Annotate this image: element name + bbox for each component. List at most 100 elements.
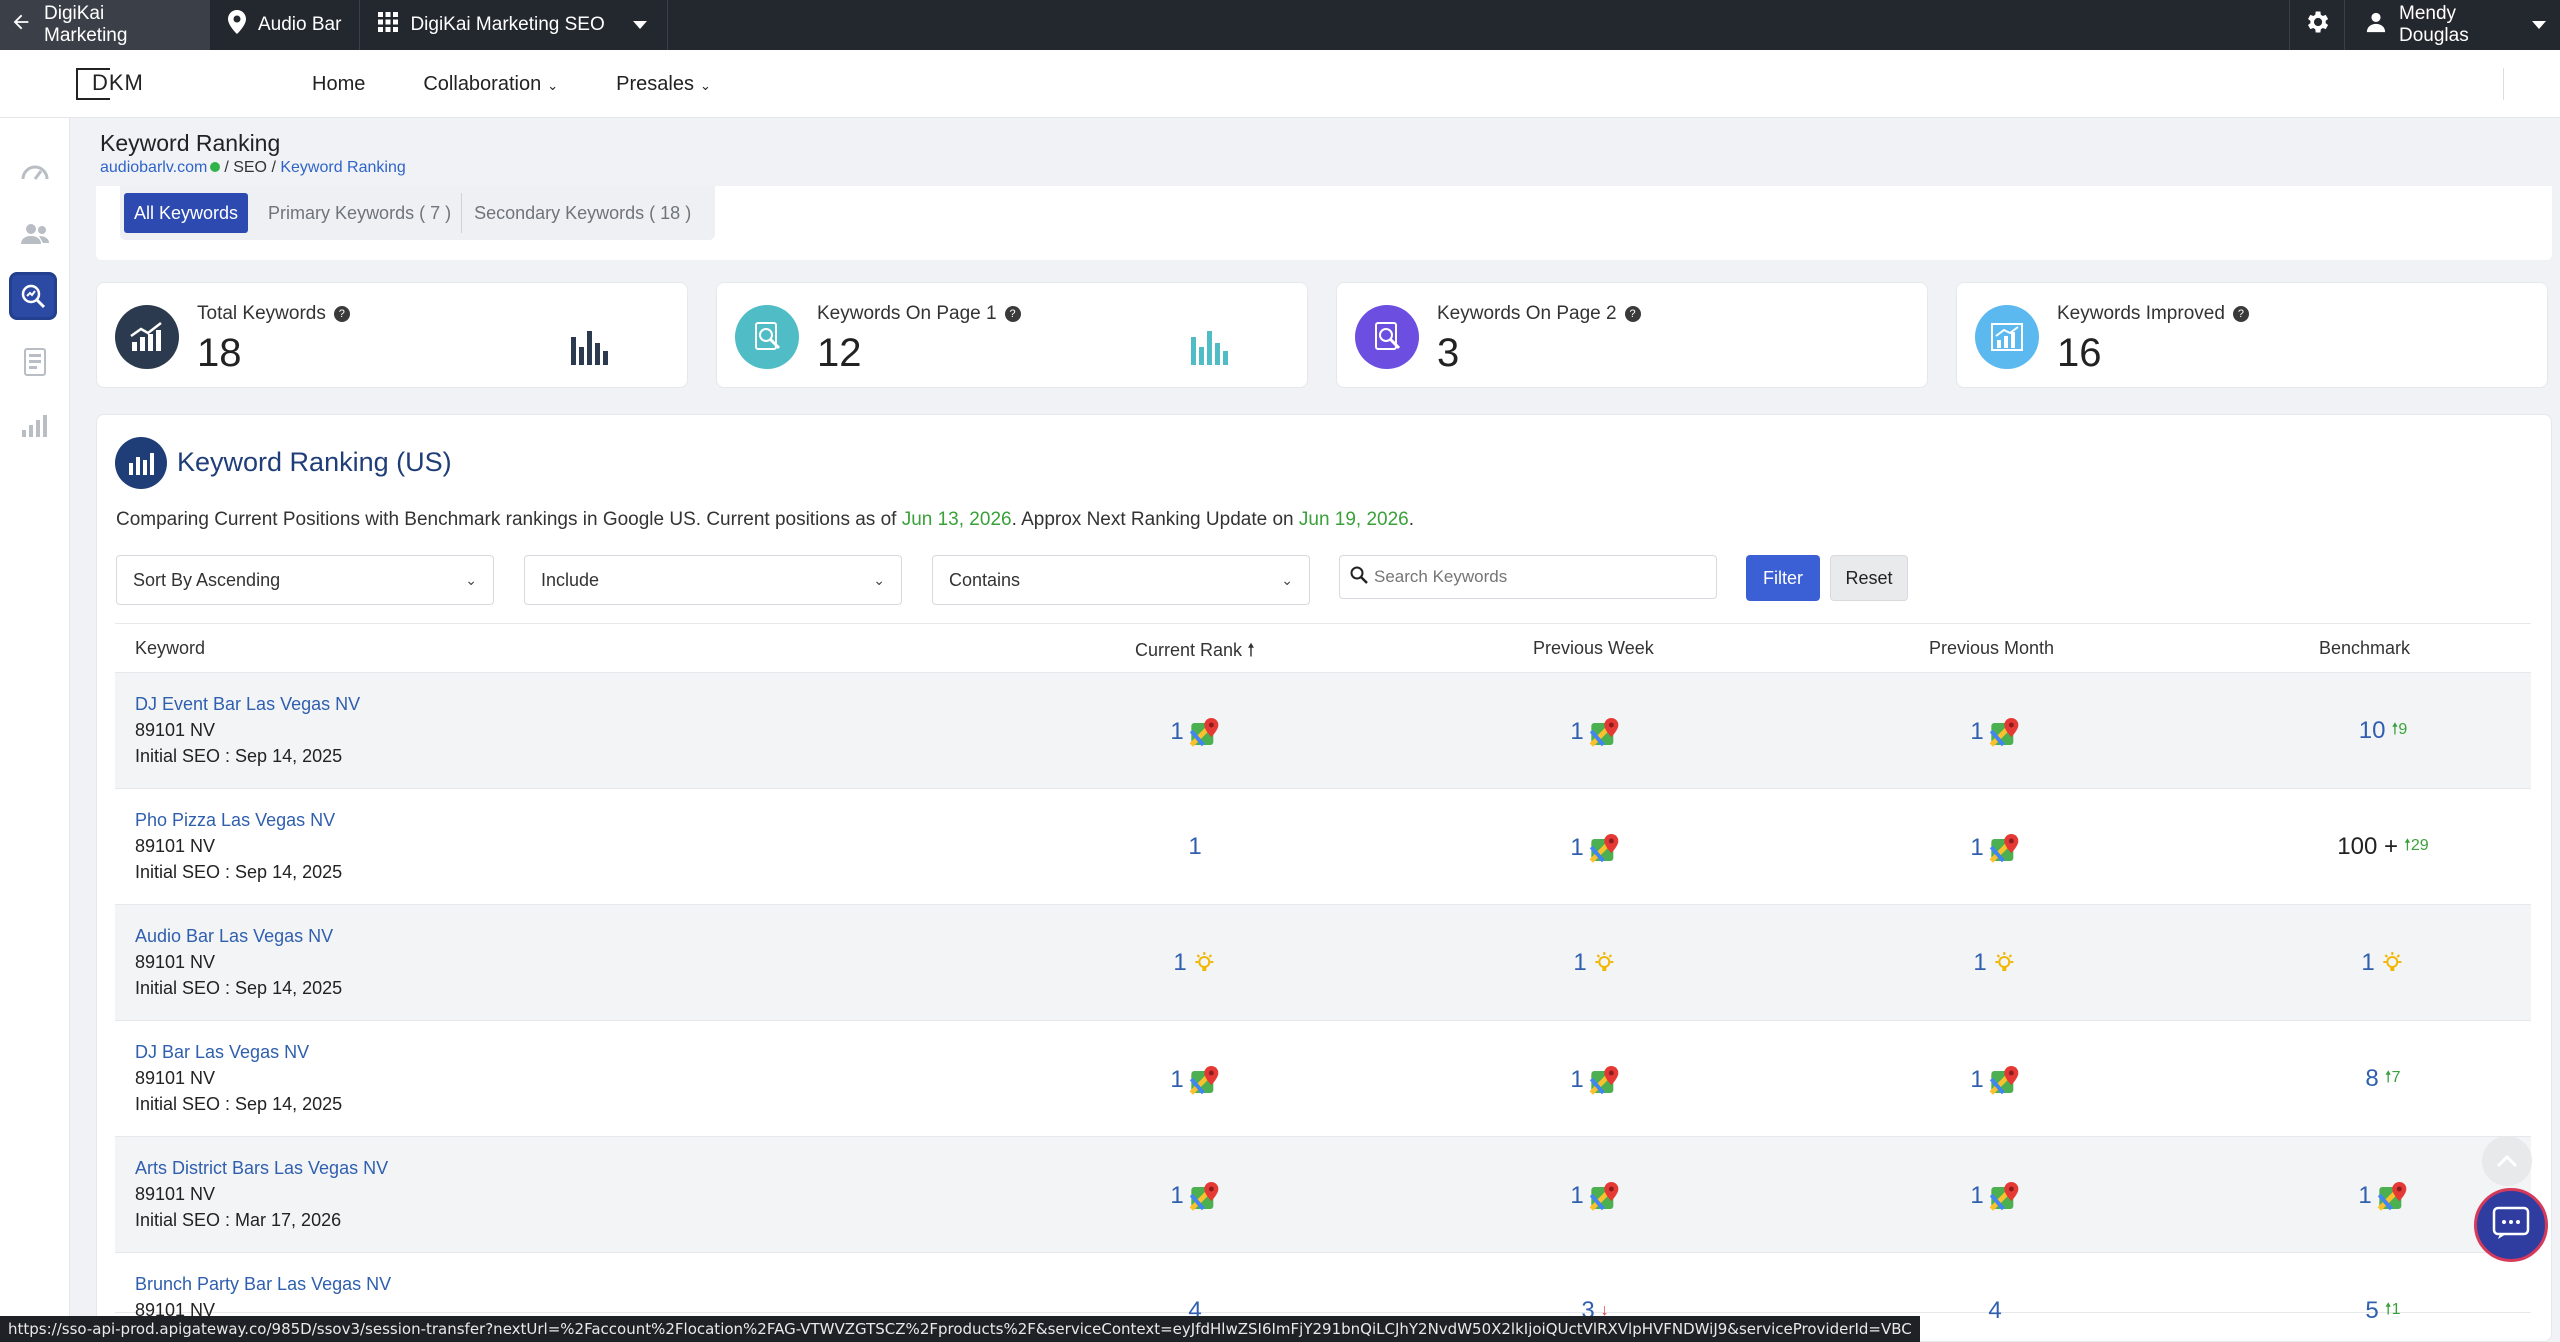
column-benchmark[interactable]: Benchmark bbox=[2319, 638, 2410, 659]
nav-home[interactable]: Home bbox=[312, 73, 365, 96]
benchmark-cell: 1 bbox=[2361, 949, 2404, 977]
sidebar-seo-icon[interactable] bbox=[9, 272, 57, 320]
chevron-down-icon: ⌄ bbox=[699, 77, 711, 93]
benchmark-cell: 10 🠕9 bbox=[2358, 717, 2408, 744]
reset-button[interactable]: Reset bbox=[1830, 555, 1908, 601]
google-maps-icon bbox=[1189, 717, 1220, 747]
lightbulb-icon bbox=[1993, 951, 2017, 975]
keyword-link[interactable]: DJ Event Bar Las Vegas NV bbox=[135, 691, 360, 717]
google-maps-icon bbox=[1589, 1065, 1620, 1095]
chevron-down-icon: ⌄ bbox=[547, 77, 559, 93]
chevron-down-icon: ⌄ bbox=[873, 571, 885, 588]
user-name: Mendy Douglas bbox=[2399, 3, 2469, 46]
previous-month-cell: 1 bbox=[1970, 1065, 2019, 1095]
keyword-tabs-card: All Keywords Primary Keywords ( 7 ) Seco… bbox=[96, 186, 2552, 260]
stat-label: Total Keywords bbox=[197, 303, 326, 324]
current-date: Jun 13, 2026 bbox=[901, 509, 1012, 530]
stat-value: 16 bbox=[2057, 331, 2102, 375]
stat-label: Keywords On Page 2 bbox=[1437, 303, 1617, 324]
arrow-left-icon bbox=[10, 11, 32, 39]
column-current-rank[interactable]: Current Rank 🠕 bbox=[1135, 638, 1255, 668]
scroll-to-top-button[interactable] bbox=[2482, 1136, 2532, 1186]
stat-total-keywords: Total Keywords? 18 bbox=[96, 282, 688, 388]
tab-secondary-keywords[interactable]: Secondary Keywords ( 18 ) bbox=[464, 193, 701, 233]
breadcrumb-section[interactable]: SEO bbox=[233, 159, 267, 176]
help-icon[interactable]: ? bbox=[1004, 305, 1021, 322]
sidebar-reports-icon[interactable] bbox=[17, 344, 53, 380]
previous-week-cell: 1 bbox=[1570, 833, 1619, 863]
nav-presales[interactable]: Presales ⌄ bbox=[616, 73, 711, 96]
filter-button[interactable]: Filter bbox=[1746, 555, 1820, 601]
ranking-chart-icon bbox=[115, 437, 167, 489]
google-maps-icon bbox=[1589, 1181, 1620, 1211]
keyword-zip: 89101 NV bbox=[135, 1068, 216, 1088]
google-maps-icon bbox=[1989, 1181, 2020, 1211]
keyword-initial-seo: Initial SEO : Mar 17, 2026 bbox=[135, 1210, 342, 1230]
tab-primary-keywords[interactable]: Primary Keywords ( 7 ) bbox=[258, 193, 463, 233]
chat-icon bbox=[2492, 1206, 2530, 1245]
search-input[interactable] bbox=[1374, 567, 1694, 587]
keyword-initial-seo: Initial SEO : Sep 14, 2025 bbox=[135, 978, 343, 998]
location-selector[interactable]: Audio Bar bbox=[210, 0, 361, 50]
google-maps-icon bbox=[1989, 1065, 2020, 1095]
help-icon[interactable]: ? bbox=[1624, 305, 1641, 322]
caret-down-icon bbox=[632, 14, 647, 36]
chat-button[interactable] bbox=[2474, 1188, 2548, 1262]
keyword-link[interactable]: Audio Bar Las Vegas NV bbox=[135, 923, 342, 949]
keyword-initial-seo: Initial SEO : Sep 14, 2025 bbox=[135, 1094, 343, 1114]
contains-select[interactable]: Contains ⌄ bbox=[932, 555, 1310, 605]
user-icon bbox=[2365, 11, 2387, 39]
help-icon[interactable]: ? bbox=[2232, 305, 2249, 322]
stat-value: 12 bbox=[817, 331, 862, 375]
sidebar-users-icon[interactable] bbox=[17, 216, 53, 252]
keyword-link[interactable]: Pho Pizza Las Vegas NV bbox=[135, 807, 342, 833]
include-select[interactable]: Include ⌄ bbox=[524, 555, 902, 605]
sidebar-analytics-icon[interactable] bbox=[17, 408, 53, 444]
search-report-icon bbox=[735, 305, 799, 369]
current-rank-cell: 1 bbox=[1188, 833, 1202, 860]
keyword-table: Keyword Current Rank 🠕 Previous Week Pre… bbox=[115, 623, 2531, 1324]
app-switcher[interactable]: DigiKai Marketing SEO bbox=[360, 0, 668, 50]
previous-month-cell: 1 bbox=[1970, 833, 2019, 863]
keyword-link[interactable]: Brunch Party Bar Las Vegas NV bbox=[135, 1271, 391, 1297]
back-to-account-button[interactable]: DigiKai Marketing bbox=[0, 0, 210, 50]
keyword-zip: 89101 NV bbox=[135, 720, 216, 740]
search-icon bbox=[1350, 566, 1368, 589]
nav-collaboration[interactable]: Collaboration ⌄ bbox=[423, 73, 558, 96]
caret-down-icon bbox=[2532, 14, 2546, 36]
keyword-zip: 89101 NV bbox=[135, 952, 216, 972]
column-previous-month[interactable]: Previous Month bbox=[1929, 638, 2054, 659]
page-title: Keyword Ranking bbox=[100, 130, 281, 156]
tab-all-keywords[interactable]: All Keywords bbox=[124, 193, 249, 233]
search-box[interactable] bbox=[1339, 555, 1717, 599]
column-keyword[interactable]: Keyword bbox=[135, 638, 205, 659]
stat-value: 18 bbox=[197, 331, 242, 375]
sidebar bbox=[0, 118, 70, 1342]
grid-icon bbox=[378, 12, 399, 38]
sort-select[interactable]: Sort By Ascending ⌄ bbox=[116, 555, 494, 605]
next-update-date: Jun 19, 2026 bbox=[1298, 509, 1409, 530]
growth-chart-icon bbox=[1975, 305, 2039, 369]
keyword-cell: DJ Event Bar Las Vegas NV 89101 NV Initial… bbox=[135, 691, 360, 769]
current-rank-cell: 1 bbox=[1170, 717, 1219, 747]
previous-week-cell: 1 bbox=[1570, 717, 1619, 747]
keyword-link[interactable]: DJ Bar Las Vegas NV bbox=[135, 1039, 342, 1065]
arrow-up-icon: 🠕9 bbox=[2391, 720, 2408, 738]
chevron-down-icon: ⌄ bbox=[1281, 571, 1293, 588]
breadcrumb: audiobarlv.com / SEO / Keyword Ranking bbox=[100, 159, 406, 176]
user-menu[interactable]: Mendy Douglas bbox=[2345, 0, 2560, 50]
breadcrumb-site-link[interactable]: audiobarlv.com bbox=[100, 159, 207, 176]
sidebar-dashboard-icon[interactable] bbox=[17, 152, 53, 188]
dkm-logo[interactable]: DKM bbox=[76, 66, 144, 102]
table-row: DJ Event Bar Las Vegas NV 89101 NV Initial… bbox=[115, 673, 2531, 789]
lightbulb-icon bbox=[1593, 951, 1617, 975]
table-row: Audio Bar Las Vegas NV 89101 NV Initial SE… bbox=[115, 905, 2531, 1021]
stat-keywords-page-2: Keywords On Page 2? 3 bbox=[1336, 282, 1928, 388]
divider bbox=[2503, 68, 2504, 100]
keyword-cell: Audio Bar Las Vegas NV 89101 NV Initial SE… bbox=[135, 923, 342, 1001]
column-previous-week[interactable]: Previous Week bbox=[1533, 638, 1654, 659]
settings-button[interactable] bbox=[2289, 0, 2345, 50]
keyword-link[interactable]: Arts District Bars Las Vegas NV bbox=[135, 1155, 388, 1181]
status-bar-url: https://sso-api-prod.apigateway.co/985D/… bbox=[0, 1316, 1920, 1342]
help-icon[interactable]: ? bbox=[333, 305, 350, 322]
